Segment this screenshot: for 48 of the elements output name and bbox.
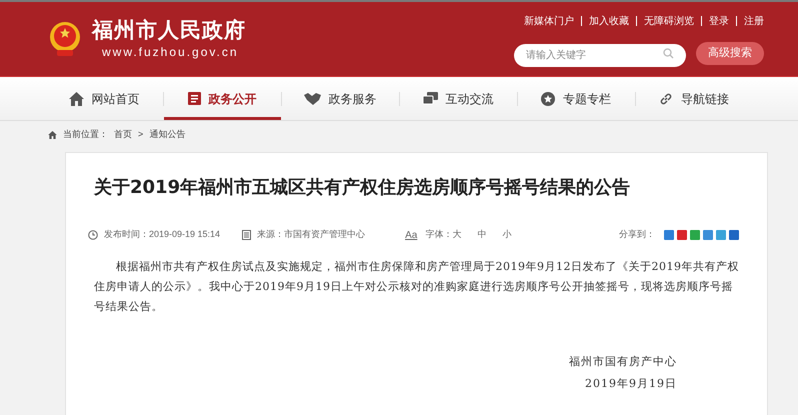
share-icon[interactable] [729, 230, 739, 240]
share-icon[interactable] [664, 230, 674, 240]
document-icon [242, 230, 252, 240]
article-title: 关于2019年福州市五城区共有产权住房选房顺序号摇号结果的公告 [94, 176, 632, 200]
share-icon[interactable] [716, 230, 726, 240]
site-name: 福州市人民政府 [92, 18, 246, 44]
share-icon[interactable] [677, 230, 687, 240]
top-link[interactable]: 登录 [709, 14, 729, 28]
top-link[interactable]: 注册 [744, 14, 764, 28]
share-label: 分享到： [619, 228, 655, 242]
font-size-option[interactable]: 中 [477, 228, 486, 242]
home-icon [68, 92, 84, 106]
nav-tab[interactable]: 专题专栏 [518, 77, 634, 120]
breadcrumb-label: 当前位置： [63, 128, 108, 142]
top-link[interactable]: 新媒体门户 [524, 14, 574, 28]
chat-icon [422, 92, 438, 105]
breadcrumb-link[interactable]: 通知公告 [149, 128, 186, 142]
font-size-icon: Aa [405, 228, 418, 242]
font-size-option[interactable]: 大 [452, 228, 462, 242]
nav-tab[interactable]: 政务公开 [164, 77, 280, 120]
home-icon [48, 131, 57, 139]
share-icon[interactable] [703, 230, 713, 240]
advanced-search-button[interactable]: 高级搜索 [696, 42, 764, 64]
article-body: 根据福州市共有产权住房试点及实施规定，福州市住房保障和房产管理局于2019年9月12日发布了《关于2019年共有产权住房申请人的公示》。我中心于2019年9月19日上午对公示核对的准购家庭进行选房顺序号公开抽签摇号，现将选房顺序号摇号结果公告。 [94, 259, 739, 315]
font-size-label: 字体： [425, 228, 452, 242]
nav-tab[interactable]: 政务服务 [282, 77, 398, 120]
handshake-icon [304, 92, 320, 104]
site-domain: www.fuzhou.gov.cn [102, 44, 240, 60]
top-link[interactable]: 无障碍浏览 [644, 14, 694, 28]
document-icon [188, 92, 200, 105]
breadcrumb-separator: > [138, 128, 144, 142]
publish-time: 发布时间：2019-09-19 15:14 [104, 228, 220, 242]
search-field[interactable]: 请输入关键字 [514, 44, 686, 66]
breadcrumb-link[interactable]: 首页 [114, 128, 132, 142]
clock-icon [88, 230, 98, 240]
share-icon[interactable] [690, 230, 700, 240]
article-date: 2019年9月19日 [585, 376, 677, 392]
star-icon [541, 92, 555, 106]
search-icon[interactable] [663, 48, 674, 58]
font-size-option[interactable]: 小 [502, 228, 512, 242]
article-signature: 福州市国有房产中心 [569, 354, 677, 370]
top-link[interactable]: 加入收藏 [589, 14, 629, 28]
link-icon [659, 92, 673, 106]
emblem-icon [48, 21, 82, 57]
nav-tab[interactable]: 导航链接 [636, 77, 752, 120]
nav-tab[interactable]: 互动交流 [400, 77, 516, 120]
article-source: 来源：市国有资产管理中心 [257, 228, 366, 242]
nav-tab[interactable]: 网站首页 [46, 77, 162, 120]
